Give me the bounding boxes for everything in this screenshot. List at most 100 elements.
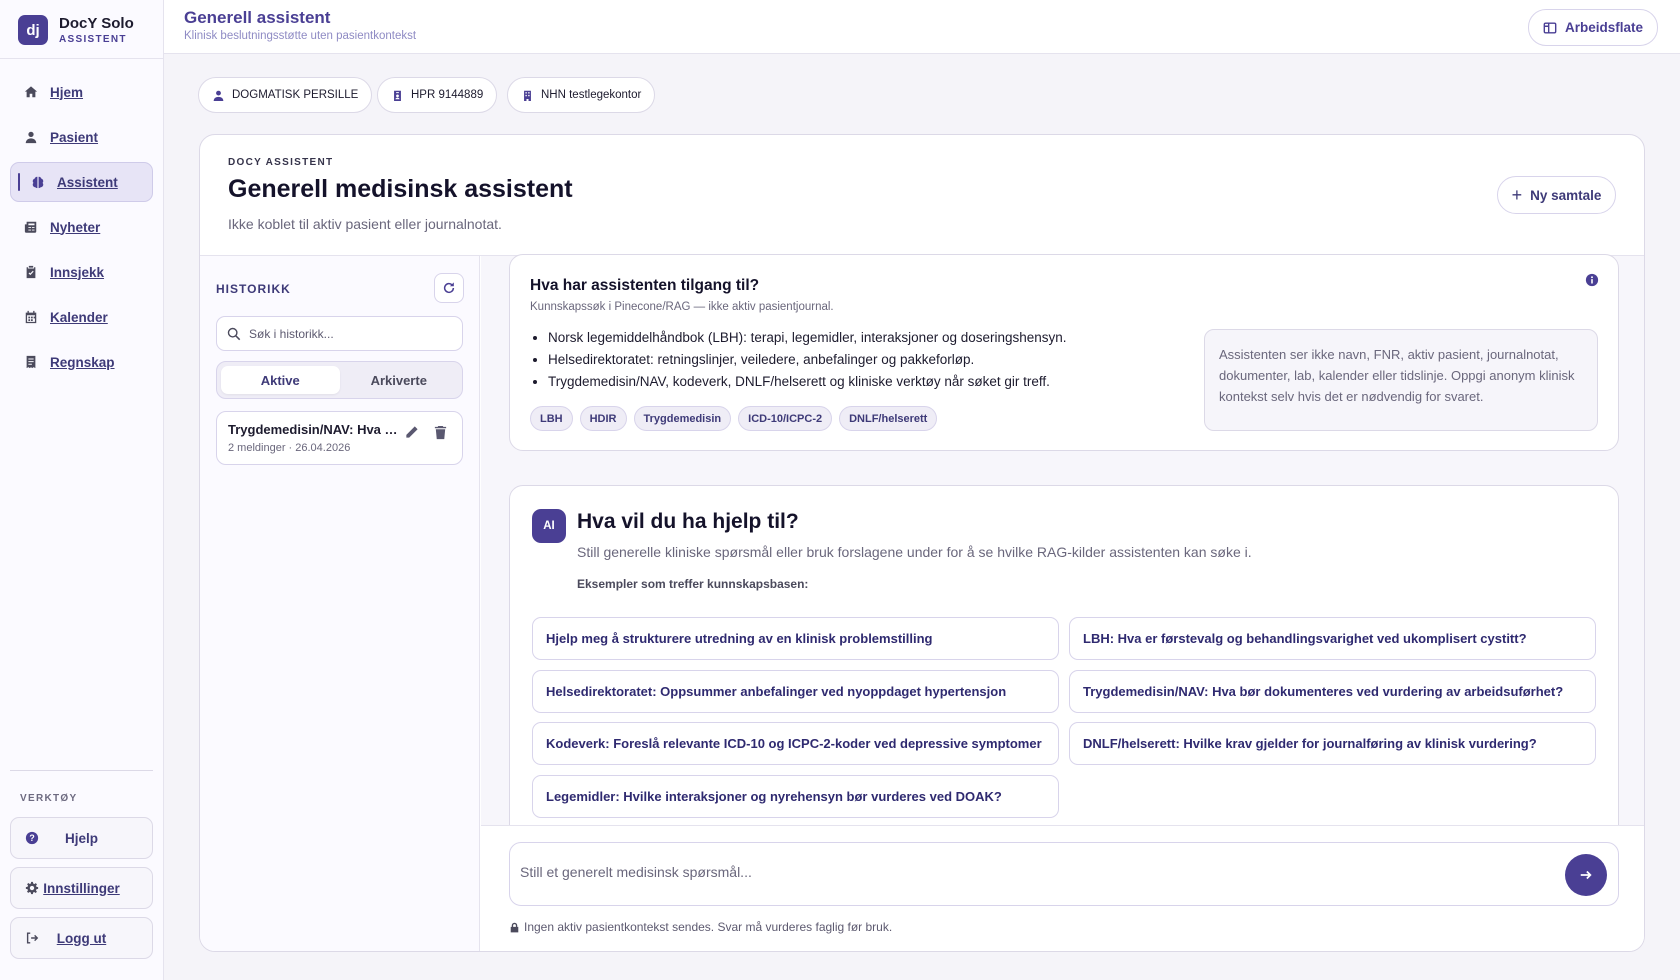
tab-arkiverte[interactable]: Arkiverte: [340, 366, 459, 394]
help-button[interactable]: ? Hjelp: [10, 817, 153, 859]
suggestion-button[interactable]: LBH: Hva er førstevalg og behandlingsvar…: [1069, 617, 1596, 660]
edit-button[interactable]: [404, 425, 420, 441]
privacy-text: Ingen aktiv pasientkontekst sendes. Svar…: [524, 920, 893, 934]
tools-label: VERKTØY: [20, 793, 78, 804]
suggestion-button[interactable]: Hjelp meg å strukturere utredning av en …: [532, 617, 1059, 660]
info-icon[interactable]: [1585, 273, 1599, 287]
nav-item-label: Nyheter: [50, 219, 101, 235]
brand-name: DocY Solo: [59, 14, 134, 32]
history-search-input[interactable]: [249, 326, 449, 341]
new-conversation-label: Ny samtale: [1530, 187, 1602, 203]
nav-item-regnskap[interactable]: Regnskap: [10, 342, 153, 382]
brand-logo: dj: [18, 15, 48, 45]
message-box: [509, 842, 1619, 906]
tag-lbh: LBH: [530, 406, 573, 431]
office-chip[interactable]: NHN testlegekontor: [507, 77, 656, 113]
refresh-button[interactable]: [434, 273, 464, 303]
help-label: Hjelp: [64, 830, 98, 846]
privacy-note: Ingen aktiv pasientkontekst sendes. Svar…: [509, 920, 892, 934]
divider: [0, 58, 163, 59]
send-button[interactable]: [1565, 854, 1607, 896]
nav-item-kalender[interactable]: Kalender: [10, 297, 153, 337]
card-header: DOCY ASSISTENT Generell medisinsk assist…: [200, 135, 1644, 256]
workspace-label: Arbeidsflate: [1564, 20, 1643, 35]
history-label: HISTORIKK: [216, 282, 291, 296]
nav-item-label: Innsjekk: [50, 264, 105, 280]
history-search[interactable]: [216, 316, 463, 351]
calendar-icon: [25, 310, 37, 324]
brand[interactable]: dj DocY Solo ASSISTENT: [18, 15, 134, 45]
main-nav: Hjem Pasient Assistent Nyheter Innsjekk …: [10, 72, 153, 387]
card-subtitle: Ikke koblet til aktiv pasient eller jour…: [228, 216, 502, 232]
tag-trygdemedisin: Trygdemedisin: [633, 406, 732, 431]
tag-icd: ICD-10/ICPC-2: [738, 406, 833, 431]
list-item: Norsk legemiddelhåndbok (LBH): terapi, l…: [548, 330, 1067, 346]
info-subtitle: Kunnskapssøk i Pinecone/RAG — ikke aktiv…: [530, 301, 834, 313]
access-info-card: Hva har assistenten tilgang til? Kunnska…: [509, 254, 1619, 451]
settings-button[interactable]: Innstillinger: [10, 867, 153, 909]
refresh-icon: [443, 282, 455, 294]
card-kicker: DOCY ASSISTENT: [228, 157, 334, 168]
info-list: Norsk legemiddelhåndbok (LBH): terapi, l…: [548, 330, 1067, 396]
user-chip[interactable]: DOGMATISK PERSILLE: [198, 77, 373, 113]
nav-item-pasient[interactable]: Pasient: [10, 117, 153, 157]
suggestion-button[interactable]: Trygdemedisin/NAV: Hva bør dokumenteres …: [1069, 670, 1596, 713]
history-item-meta: 2 meldinger · 26.04.2026: [228, 442, 351, 454]
list-item: Helsedirektoratet: retningslinjer, veile…: [548, 352, 1067, 368]
message-input[interactable]: [520, 864, 1500, 880]
nav-item-assistent[interactable]: Assistent: [10, 162, 153, 202]
building-icon: [524, 90, 531, 101]
suggestion-button[interactable]: DNLF/helserett: Hvilke krav gjelder for …: [1069, 722, 1596, 765]
suggestion-button[interactable]: Kodeverk: Foreslå relevante ICD-10 og IC…: [532, 722, 1059, 765]
hpr-chip[interactable]: HPR 9144889: [377, 77, 498, 113]
nav-item-nyheter[interactable]: Nyheter: [10, 207, 153, 247]
history-item-title: Trygdemedisin/NAV: Hva bør dokumenteres …: [228, 422, 398, 437]
page-title: Generell assistent: [184, 8, 331, 27]
logout-icon: [26, 932, 39, 944]
divider: [10, 770, 153, 771]
tab-aktive[interactable]: Aktive: [221, 366, 340, 394]
history-item[interactable]: Trygdemedisin/NAV: Hva bør dokumenteres …: [216, 411, 463, 465]
delete-button[interactable]: [433, 425, 449, 441]
search-icon: [227, 327, 241, 340]
list-item: Trygdemedisin/NAV, kodeverk, DNLF/helser…: [548, 374, 1067, 390]
card-title: Generell medisinsk assistent: [228, 175, 573, 203]
person-icon: [25, 131, 37, 144]
newspaper-icon: [24, 221, 37, 233]
suggestion-button[interactable]: Helsedirektoratet: Oppsummer anbefalinge…: [532, 670, 1059, 713]
chat-area: Hva har assistenten tilgang til? Kunnska…: [481, 254, 1644, 951]
hpr-number: HPR 9144889: [411, 89, 484, 101]
suggestion-button[interactable]: Legemidler: Hvilke interaksjoner og nyre…: [532, 775, 1059, 818]
help-card: AI Hva vil du ha hjelp til? Still genere…: [509, 485, 1619, 845]
help-title: Hva vil du ha hjelp til?: [577, 510, 799, 533]
nav-item-label: Regnskap: [50, 354, 115, 370]
arrow-right-icon: [1580, 870, 1592, 880]
examples-label: Eksempler som treffer kunnskapsbasen:: [577, 577, 809, 591]
layout-icon: [1543, 21, 1557, 34]
source-tags: LBH HDIR Trygdemedisin ICD-10/ICPC-2 DNL…: [530, 406, 938, 431]
nav-item-label: Kalender: [50, 309, 108, 325]
trash-icon: [434, 425, 447, 440]
brain-icon: [32, 176, 44, 189]
brand-subtitle: ASSISTENT: [59, 33, 127, 45]
privacy-notice: Assistenten ser ikke navn, FNR, aktiv pa…: [1204, 329, 1598, 431]
pencil-icon: [406, 426, 418, 438]
help-icon: ?: [25, 831, 39, 845]
gear-icon: [25, 881, 39, 895]
office-name: NHN testlegekontor: [541, 89, 642, 101]
info-title: Hva har assistenten tilgang til?: [530, 277, 760, 294]
logout-button[interactable]: Logg ut: [10, 917, 153, 959]
new-conversation-button[interactable]: + Ny samtale: [1497, 176, 1616, 214]
home-icon: [24, 86, 38, 98]
workspace-button[interactable]: Arbeidsflate: [1527, 9, 1658, 46]
nav-item-label: Pasient: [50, 129, 99, 145]
nav-item-hjem[interactable]: Hjem: [10, 72, 153, 112]
svg-text:?: ?: [29, 833, 34, 843]
tag-hdir: HDIR: [579, 406, 627, 431]
logout-label: Logg ut: [56, 930, 107, 946]
topbar: Generell assistent Klinisk beslutningsst…: [164, 0, 1680, 54]
nav-item-innsjekk[interactable]: Innsjekk: [10, 252, 153, 292]
plus-icon: +: [1511, 185, 1523, 205]
user-name: DOGMATISK PERSILLE: [232, 89, 359, 101]
settings-label: Innstillinger: [43, 880, 120, 896]
